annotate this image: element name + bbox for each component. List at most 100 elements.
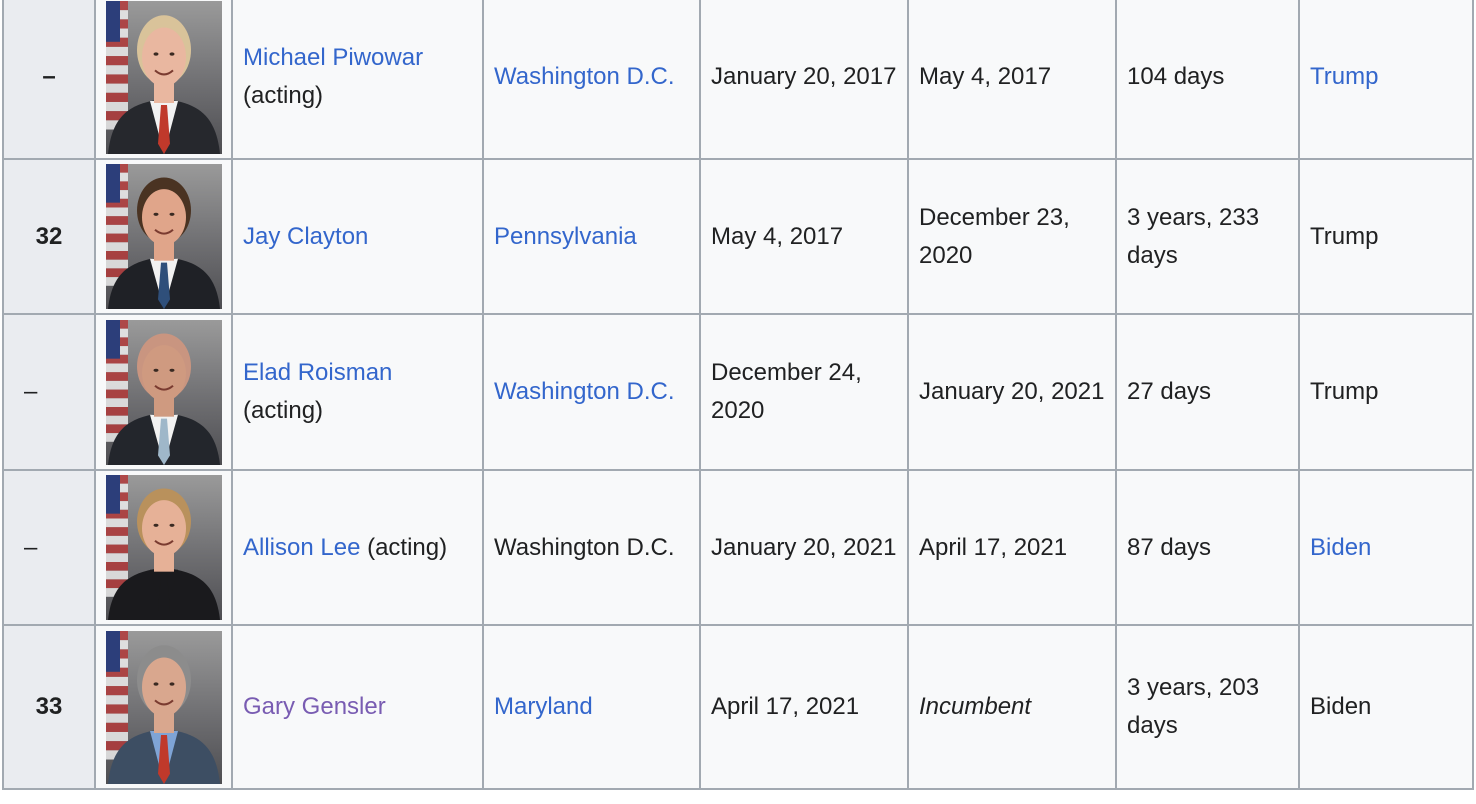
flag-canton [106, 0, 120, 42]
state-cell: Washington D.C. [482, 469, 701, 626]
president-value: Trump [1310, 378, 1379, 405]
name-cell: Jay Clayton [231, 158, 484, 315]
flag-canton [106, 164, 120, 203]
president-value: Trump [1310, 222, 1379, 250]
state-link[interactable]: Maryland [494, 693, 593, 720]
portrait-image[interactable] [106, 319, 222, 465]
portrait-cell [94, 313, 233, 471]
flag-stripe [106, 55, 128, 65]
chair-name-link[interactable]: Jay Clayton [243, 223, 368, 250]
table-body: – Michael Piwowar (acting) Washington D.… [2, 0, 1474, 790]
flag-canton [106, 475, 120, 514]
flag-canton [106, 319, 120, 359]
term-start-cell: December 24, 2020 [699, 313, 909, 471]
flag-stripe [106, 251, 128, 260]
state-cell: Washington D.C. [482, 313, 701, 471]
eye-right [169, 523, 175, 527]
flag-stripe [106, 83, 128, 93]
president-cell: Trump [1298, 313, 1474, 471]
flag-stripe [106, 553, 128, 562]
term-end-cell: April 17, 2021 [907, 469, 1117, 626]
president-cell: Trump [1298, 158, 1474, 315]
chair-number-cell: 33 [2, 624, 96, 790]
state-cell: Maryland [482, 624, 701, 790]
eye-left [153, 681, 159, 686]
eye-left [153, 368, 159, 372]
chair-name-link[interactable]: Michael Piwowar [243, 44, 423, 71]
face-shape [142, 500, 186, 557]
term-start: January 20, 2017 [711, 63, 897, 90]
flag-stripe [106, 242, 128, 251]
president-cell: Trump [1298, 0, 1474, 160]
eye-left [153, 212, 159, 216]
flag-stripe [106, 518, 128, 528]
table-row: – Allison Lee (acting) Washington D.C. J… [2, 469, 1474, 626]
flag-stripe [106, 380, 128, 390]
chair-name-link[interactable]: Allison Lee [243, 534, 360, 561]
chair-number: 33 [35, 693, 63, 720]
portrait-image[interactable] [106, 630, 222, 784]
president-link[interactable]: Biden [1310, 534, 1371, 561]
chair-number: 32 [35, 222, 63, 250]
term-length: 87 days [1127, 533, 1212, 561]
term-length: 3 years, 233 days [1127, 203, 1260, 269]
term-start-cell: January 20, 2017 [699, 0, 909, 160]
term-start: December 24, 2020 [711, 359, 862, 424]
flag-stripe [106, 544, 128, 554]
flag-canton [106, 630, 120, 672]
term-start: January 20, 2021 [711, 533, 897, 561]
portrait-image[interactable] [106, 475, 222, 620]
flag-stripe [106, 703, 128, 714]
state-cell: Pennsylvania [482, 158, 701, 315]
president-link[interactable]: Trump [1310, 63, 1378, 90]
chair-name-link[interactable]: Elad Roisman [243, 359, 392, 386]
flag-stripe [106, 694, 128, 704]
portrait-image[interactable] [106, 164, 222, 309]
chair-number: – [24, 378, 38, 405]
flag-stripe [106, 527, 128, 536]
officeholders-table-viewport: – Michael Piwowar (acting) Washington D.… [0, 0, 1476, 804]
term-start: April 17, 2021 [711, 693, 860, 720]
president-cell: Biden [1298, 469, 1474, 626]
face-shape [142, 657, 186, 717]
portrait-cell [94, 158, 233, 315]
face-shape [142, 27, 186, 87]
name-cell: Gary Gensler [231, 624, 484, 790]
chair-number-cell: 32 [2, 158, 96, 315]
state-link[interactable]: Washington D.C. [494, 378, 675, 405]
term-length: 104 days [1127, 63, 1225, 90]
table-row: 32 Jay Clayton Pennsylvania May 4, 2017 … [2, 158, 1474, 315]
eye-left [153, 51, 159, 56]
state-link[interactable]: Pennsylvania [494, 223, 637, 250]
eye-right [169, 368, 175, 372]
flag-stripe [106, 363, 128, 372]
state-link[interactable]: Washington D.C. [494, 63, 675, 90]
portrait-illustration [106, 164, 220, 309]
term-end: Incumbent [919, 693, 1032, 720]
portrait-illustration [106, 0, 220, 154]
chair-number: – [24, 533, 38, 561]
chair-number-cell: – [2, 0, 96, 160]
term-start-cell: January 20, 2021 [699, 469, 909, 626]
term-length-cell: 3 years, 233 days [1115, 158, 1300, 315]
portrait-image[interactable] [106, 0, 222, 154]
flag-stripe [106, 676, 128, 686]
flag-stripe [106, 92, 128, 102]
portrait-illustration [106, 475, 220, 620]
flag-stripe [106, 259, 128, 269]
flag-stripe [106, 233, 128, 243]
state-cell: Washington D.C. [482, 0, 701, 160]
name-cell: Allison Lee (acting) [231, 469, 484, 626]
chair-number: – [42, 63, 56, 90]
term-length: 27 days [1127, 378, 1212, 405]
name-cell: Elad Roisman (acting) [231, 313, 484, 471]
flag-stripe [106, 713, 128, 723]
term-end: April 17, 2021 [919, 533, 1068, 561]
portrait-cell [94, 469, 233, 626]
chair-name-link[interactable]: Gary Gensler [243, 693, 386, 720]
flag-stripe [106, 535, 128, 545]
acting-note: (acting) [243, 397, 324, 424]
portrait-illustration [106, 630, 220, 784]
president-cell: Biden [1298, 624, 1474, 790]
term-length-cell: 87 days [1115, 469, 1300, 626]
